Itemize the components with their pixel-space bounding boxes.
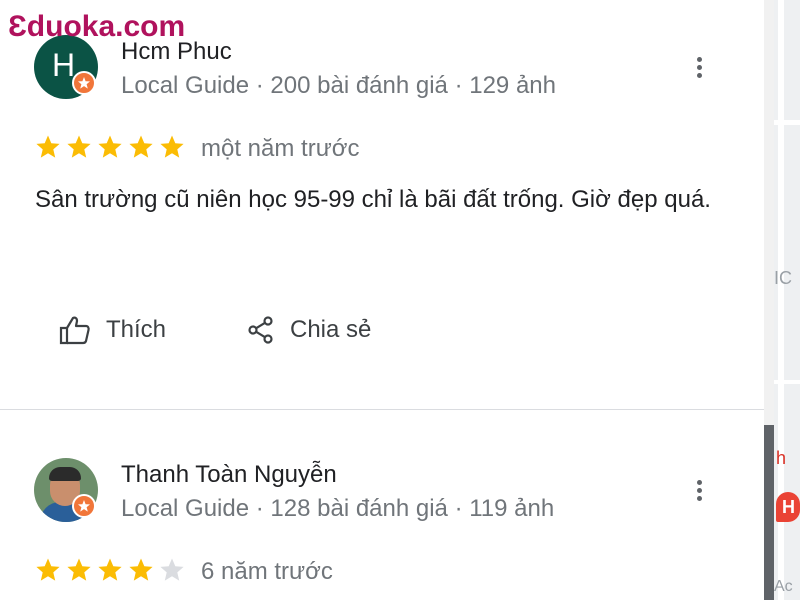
map-label: IC (774, 268, 792, 288)
share-label: Chia sẻ (290, 316, 372, 343)
review-date: 6 năm trước (201, 558, 333, 585)
star-filled-icon (128, 557, 154, 583)
reviewer-meta: Local Guide · 128 bài đánh giá · 119 ảnh (121, 495, 555, 522)
star-filled-icon (35, 134, 61, 160)
like-label: Thích (106, 316, 167, 343)
star-filled-icon (66, 557, 92, 583)
star-filled-icon (97, 134, 123, 160)
share-icon (248, 316, 273, 344)
review-date: một năm trước (201, 135, 360, 162)
reviewer-meta: Local Guide · 200 bài đánh giá · 129 ảnh (121, 72, 556, 99)
map-label: Ac (774, 578, 793, 595)
thumb-up-icon (59, 316, 90, 345)
star-filled-icon (97, 557, 123, 583)
star-filled-icon (159, 134, 185, 160)
map-edge[interactable]: IC h H Ac (774, 0, 800, 600)
review-text: Sân trường cũ niên học 95-99 chỉ là bãi … (35, 186, 711, 213)
local-guide-badge-icon (72, 494, 96, 518)
map-label: h (776, 448, 787, 468)
star-filled-icon (35, 557, 61, 583)
scrollbar-thumb[interactable] (764, 425, 774, 600)
local-guide-badge-icon (72, 71, 96, 95)
star-filled-icon (128, 134, 154, 160)
more-vert-icon[interactable] (690, 478, 710, 504)
reviewer-name[interactable]: Thanh Toàn Nguyễn (121, 461, 337, 489)
like-button[interactable]: Thích (58, 310, 166, 350)
map-pin-letter: H (782, 497, 795, 517)
watermark-logo: Ɛduoka.com (8, 10, 186, 43)
star-filled-icon (66, 134, 92, 160)
star-empty-icon (159, 557, 185, 583)
more-vert-icon[interactable] (690, 55, 710, 81)
review-divider (0, 409, 764, 410)
share-button[interactable]: Chia sẻ (246, 310, 371, 350)
reviews-panel: H Hcm Phuc Local Guide · 200 bài đánh gi… (0, 0, 764, 600)
